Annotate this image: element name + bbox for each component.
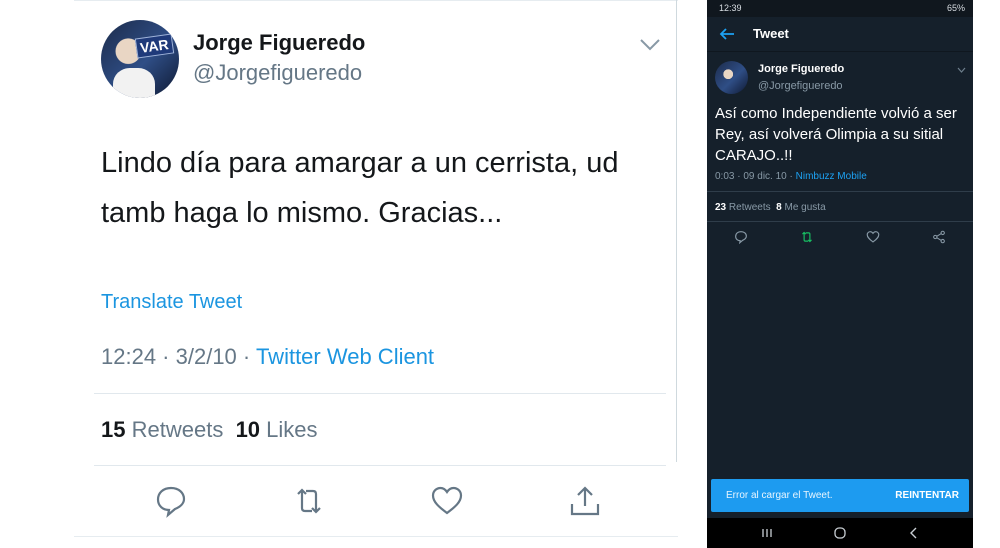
display-name[interactable]: Jorge Figueredo: [758, 63, 844, 75]
reply-icon[interactable]: [734, 230, 748, 244]
tweet-card: VAR Jorge Figueredo @Jorgefigueredo Lind…: [74, 0, 678, 540]
tweet-source-link[interactable]: Twitter Web Client: [256, 344, 434, 369]
tweet-timestamp: 12:24 · 3/2/10 · Twitter Web Client: [101, 344, 434, 370]
home-icon[interactable]: [833, 526, 847, 540]
like-icon[interactable]: [430, 484, 464, 518]
meta-separator: ·: [156, 344, 176, 369]
likes-count: 10: [235, 417, 261, 442]
meta-separator: ·: [786, 171, 796, 182]
meta-separator: ·: [236, 344, 256, 369]
retweets-label: Retweets: [728, 202, 771, 213]
divider: [94, 393, 666, 394]
display-name[interactable]: Jorge Figueredo: [193, 30, 365, 56]
back-icon[interactable]: [907, 526, 921, 540]
bottom-border: [74, 536, 678, 537]
retweets-count: 15: [101, 417, 126, 442]
retweets-stat[interactable]: 15 Retweets: [101, 417, 223, 442]
divider: [94, 465, 666, 466]
android-nav-bar: [707, 518, 973, 548]
status-time: 12:39: [719, 3, 742, 13]
retweets-label: Retweets: [131, 417, 224, 442]
likes-count: 8: [776, 202, 782, 213]
recent-apps-icon[interactable]: [760, 526, 774, 540]
right-border: [676, 0, 677, 462]
back-arrow-icon[interactable]: [719, 27, 735, 41]
like-icon[interactable]: [866, 230, 880, 244]
snackbar-message: Error al cargar el Tweet.: [726, 490, 833, 501]
tweet-text: Lindo día para amargar a un cerrista, ud…: [101, 147, 619, 229]
likes-stat[interactable]: 10 Likes: [236, 417, 318, 442]
share-icon[interactable]: [932, 230, 946, 244]
reply-icon[interactable]: [154, 484, 188, 518]
likes-stat[interactable]: 8 Me gusta: [776, 202, 825, 213]
avatar[interactable]: [715, 61, 748, 94]
likes-label: Me gusta: [784, 202, 826, 213]
page-title: Tweet: [753, 26, 789, 41]
chevron-down-icon[interactable]: [957, 67, 966, 73]
share-icon[interactable]: [568, 484, 602, 518]
avatar[interactable]: VAR: [101, 20, 179, 98]
top-border: [74, 0, 678, 1]
app-bar: Tweet: [707, 17, 973, 52]
username-handle[interactable]: @Jorgefigueredo: [758, 80, 843, 92]
error-snackbar: Error al cargar el Tweet. REINTENTAR: [711, 479, 969, 512]
tweet-text: Así como Independiente volvió a ser Rey,…: [715, 105, 957, 164]
tweet-date: 09 dic. 10: [743, 171, 787, 182]
tweet-timestamp: 0:03 · 09 dic. 10 · Nimbuzz Mobile: [715, 171, 867, 182]
tweet-time: 0:03: [715, 171, 735, 182]
retweets-count: 23: [715, 202, 727, 213]
status-bar: 12:39 65%: [707, 0, 973, 17]
tweet-date: 3/2/10: [175, 344, 237, 369]
engagement-stats: 15 Retweets 10 Likes: [101, 417, 318, 443]
mobile-screenshot: 12:39 65% Tweet Jorge Figueredo @Jorgefi…: [707, 0, 973, 548]
chevron-down-icon[interactable]: [639, 38, 661, 52]
battery-level: 65%: [946, 3, 965, 13]
retweets-stat[interactable]: 23 Retweets: [715, 202, 771, 213]
avatar-badge: VAR: [135, 33, 175, 59]
engagement-stats: 23 Retweets 8 Me gusta: [715, 202, 826, 213]
retweet-icon[interactable]: [800, 230, 814, 244]
divider: [707, 221, 973, 222]
divider: [707, 191, 973, 192]
translate-tweet-link[interactable]: Translate Tweet: [101, 291, 242, 314]
avatar-figure: [113, 68, 155, 98]
username-handle[interactable]: @Jorgefigueredo: [193, 60, 362, 86]
retry-button[interactable]: REINTENTAR: [895, 490, 959, 501]
tweet-source-link[interactable]: Nimbuzz Mobile: [796, 171, 867, 182]
retweet-icon[interactable]: [292, 484, 326, 518]
likes-label: Likes: [266, 417, 318, 442]
tweet-time: 12:24: [101, 344, 157, 369]
